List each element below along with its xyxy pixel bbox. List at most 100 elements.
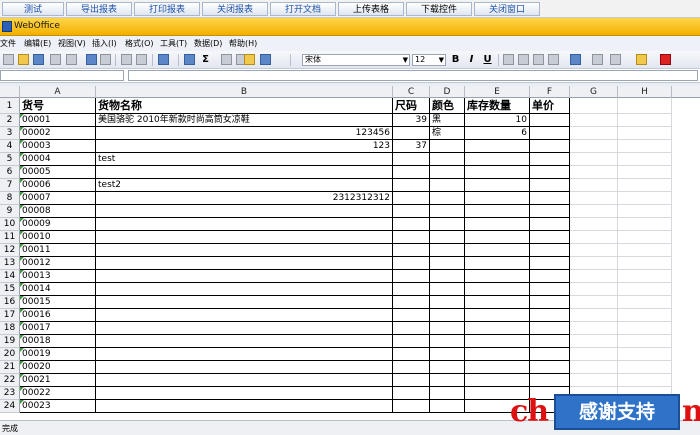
cell-b8[interactable]: 2312312312: [96, 192, 393, 205]
cell-c5[interactable]: [393, 153, 430, 166]
cell-c1[interactable]: 尺码: [393, 98, 430, 114]
cell-g13[interactable]: [570, 257, 618, 270]
cell-d24[interactable]: [430, 400, 465, 413]
download-control-button[interactable]: 下载控件: [406, 2, 472, 16]
cell-f9[interactable]: [530, 205, 570, 218]
cell-g12[interactable]: [570, 244, 618, 257]
cell-a21[interactable]: 00020: [20, 361, 96, 374]
cell-e19[interactable]: [465, 335, 530, 348]
cell-e11[interactable]: [465, 231, 530, 244]
merge-cells-icon[interactable]: [548, 54, 559, 65]
cell-f14[interactable]: [530, 270, 570, 283]
menu-insert[interactable]: 插入(I): [92, 38, 117, 49]
cell-a14[interactable]: 00013: [20, 270, 96, 283]
spreadsheet-grid[interactable]: A B C D E F G H 1 货号 货物名称 尺码 颜色 库存数量 单价 2 00001 美…: [0, 86, 700, 420]
cell-a8[interactable]: 00007: [20, 192, 96, 205]
cell-c20[interactable]: [393, 348, 430, 361]
cell-g22[interactable]: [570, 374, 618, 387]
cell-d7[interactable]: [430, 179, 465, 192]
cell-f10[interactable]: [530, 218, 570, 231]
cell-c4[interactable]: 37: [393, 140, 430, 153]
row-header[interactable]: 23: [0, 387, 20, 400]
cell-h12[interactable]: [618, 244, 672, 257]
row-header[interactable]: 5: [0, 153, 20, 166]
borders-icon[interactable]: [610, 54, 621, 65]
cell-f13[interactable]: [530, 257, 570, 270]
cell-b12[interactable]: [96, 244, 393, 257]
row-header[interactable]: 18: [0, 322, 20, 335]
cell-g15[interactable]: [570, 283, 618, 296]
menu-view[interactable]: 视图(V): [58, 38, 86, 49]
mail-icon[interactable]: [66, 54, 77, 65]
column-header-f[interactable]: F: [530, 86, 570, 98]
close-report-button[interactable]: 关闭报表: [202, 2, 268, 16]
cell-b13[interactable]: [96, 257, 393, 270]
menu-tools[interactable]: 工具(T): [160, 38, 187, 49]
cell-c9[interactable]: [393, 205, 430, 218]
cell-e15[interactable]: [465, 283, 530, 296]
menu-file[interactable]: 文件: [0, 38, 16, 49]
cell-h14[interactable]: [618, 270, 672, 283]
cell-c19[interactable]: [393, 335, 430, 348]
cell-a3[interactable]: 00002: [20, 127, 96, 140]
cell-b9[interactable]: [96, 205, 393, 218]
cell-f21[interactable]: [530, 361, 570, 374]
cell-a7[interactable]: 00006: [20, 179, 96, 192]
cell-a5[interactable]: 00004: [20, 153, 96, 166]
cell-h3[interactable]: [618, 127, 672, 140]
upload-sheet-button[interactable]: 上传表格: [338, 2, 404, 16]
cell-a19[interactable]: 00018: [20, 335, 96, 348]
cell-a13[interactable]: 00012: [20, 257, 96, 270]
cell-f22[interactable]: [530, 374, 570, 387]
align-center-icon[interactable]: [518, 54, 529, 65]
cell-b6[interactable]: [96, 166, 393, 179]
cell-d22[interactable]: [430, 374, 465, 387]
close-window-button[interactable]: 关闭窗口: [474, 2, 540, 16]
column-header-e[interactable]: E: [465, 86, 530, 98]
cell-e8[interactable]: [465, 192, 530, 205]
cell-e18[interactable]: [465, 322, 530, 335]
cell-c12[interactable]: [393, 244, 430, 257]
cell-b14[interactable]: [96, 270, 393, 283]
cell-d9[interactable]: [430, 205, 465, 218]
column-header-d[interactable]: D: [430, 86, 465, 98]
cell-c17[interactable]: [393, 309, 430, 322]
cell-g17[interactable]: [570, 309, 618, 322]
save-icon[interactable]: [33, 54, 44, 65]
cell-b3[interactable]: 123456: [96, 127, 393, 140]
cell-h9[interactable]: [618, 205, 672, 218]
cell-e1[interactable]: 库存数量: [465, 98, 530, 114]
row-header[interactable]: 16: [0, 296, 20, 309]
row-header[interactable]: 24: [0, 400, 20, 413]
menu-format[interactable]: 格式(O): [125, 38, 154, 49]
row-header[interactable]: 13: [0, 257, 20, 270]
cell-c23[interactable]: [393, 387, 430, 400]
cell-d14[interactable]: [430, 270, 465, 283]
cell-a24[interactable]: 00023: [20, 400, 96, 413]
cell-e4[interactable]: [465, 140, 530, 153]
cell-f5[interactable]: [530, 153, 570, 166]
cell-d12[interactable]: [430, 244, 465, 257]
row-header[interactable]: 20: [0, 348, 20, 361]
hyperlink-icon[interactable]: [184, 54, 195, 65]
cell-h15[interactable]: [618, 283, 672, 296]
cell-f20[interactable]: [530, 348, 570, 361]
chart-icon[interactable]: [244, 54, 255, 65]
cell-b20[interactable]: [96, 348, 393, 361]
row-header[interactable]: 4: [0, 140, 20, 153]
row-header[interactable]: 7: [0, 179, 20, 192]
row-header[interactable]: 8: [0, 192, 20, 205]
cell-a4[interactable]: 00003: [20, 140, 96, 153]
cell-a22[interactable]: 00021: [20, 374, 96, 387]
cell-f18[interactable]: [530, 322, 570, 335]
help-icon[interactable]: [260, 54, 271, 65]
paste-icon[interactable]: [136, 54, 147, 65]
cell-d10[interactable]: [430, 218, 465, 231]
cell-d17[interactable]: [430, 309, 465, 322]
cell-e5[interactable]: [465, 153, 530, 166]
cell-d4[interactable]: [430, 140, 465, 153]
cell-h16[interactable]: [618, 296, 672, 309]
cell-a16[interactable]: 00015: [20, 296, 96, 309]
cell-d19[interactable]: [430, 335, 465, 348]
cell-a23[interactable]: 00022: [20, 387, 96, 400]
